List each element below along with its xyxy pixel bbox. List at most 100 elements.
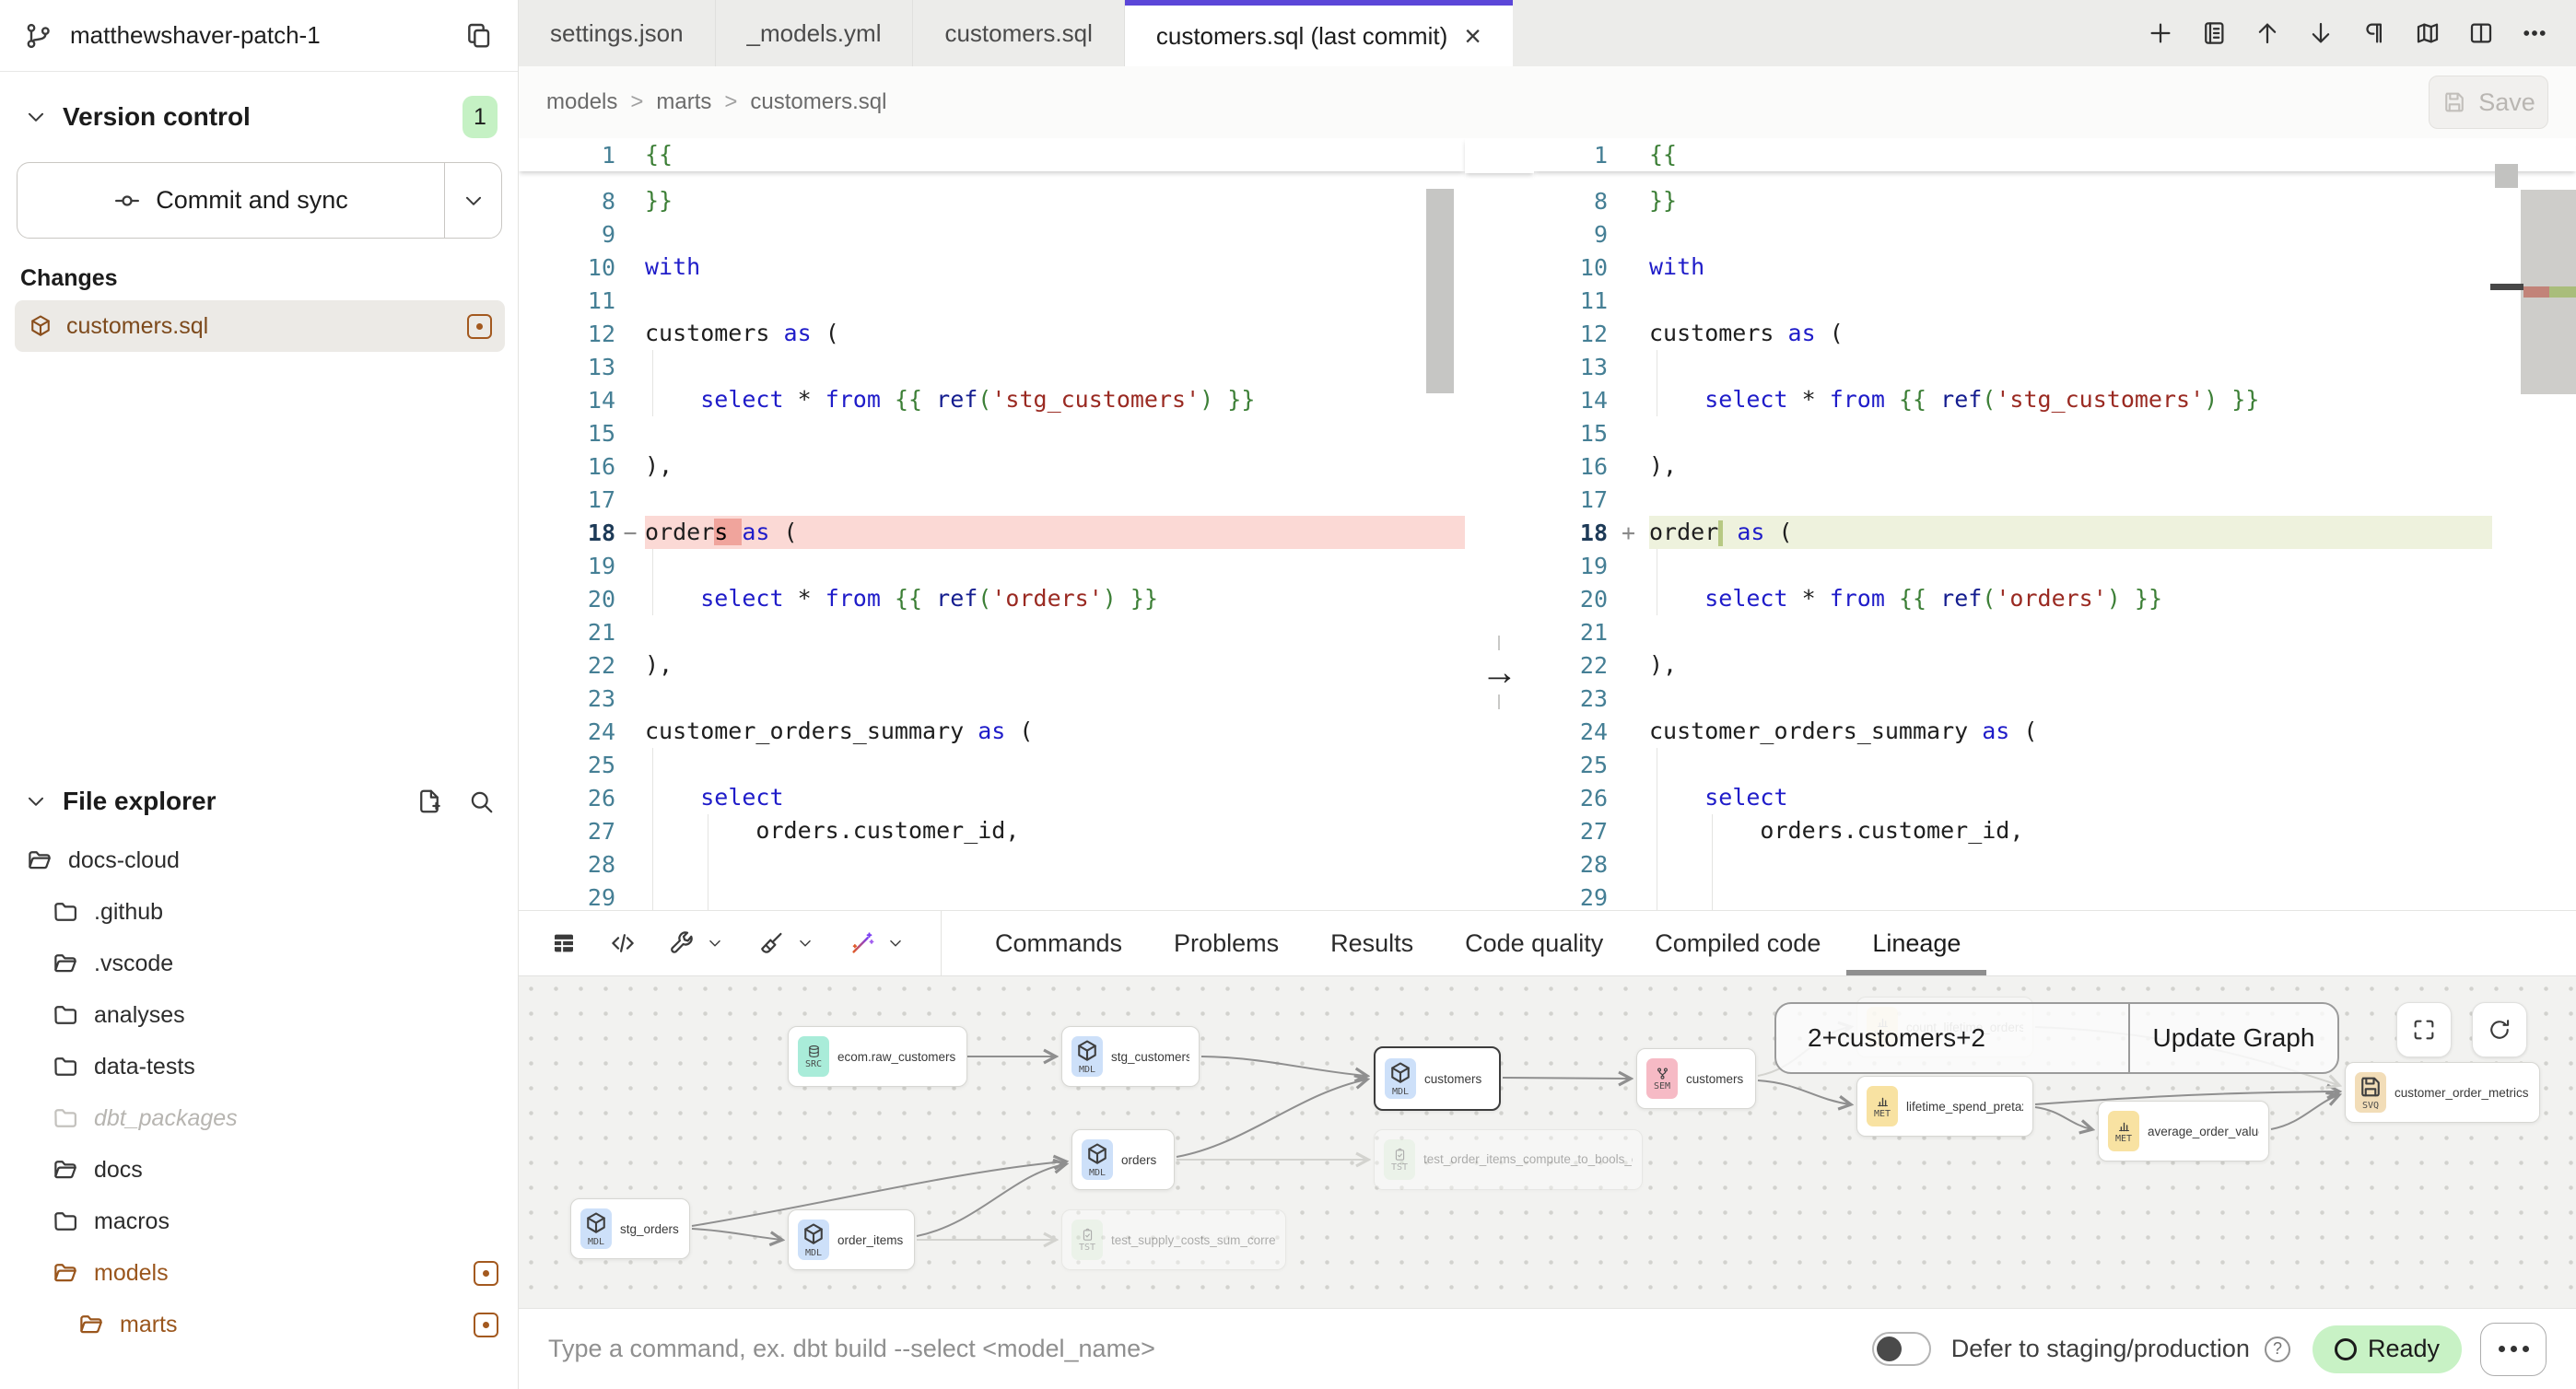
graph-selector-input[interactable]: 2+customers+2: [1776, 1004, 2130, 1072]
command-input[interactable]: Type a command, ex. dbt build --select <…: [548, 1335, 1872, 1363]
code-line-14[interactable]: 14 select * from {{ ref('stg_customers')…: [1534, 383, 2576, 416]
chevron-down-icon[interactable]: [887, 935, 905, 952]
bottom-tab-results[interactable]: Results: [1305, 911, 1439, 975]
code-line-10[interactable]: 10with: [1534, 251, 2576, 284]
revert-change-arrow[interactable]: →: [1465, 650, 1534, 694]
scrollbar-thumb[interactable]: [2495, 164, 2518, 188]
code-line-9[interactable]: 9: [1534, 217, 2576, 251]
ellipsis-icon[interactable]: [2521, 19, 2548, 47]
chevron-down-icon[interactable]: [797, 935, 814, 952]
tab--models-yml[interactable]: _models.yml: [716, 0, 914, 66]
lineage-node-lifetime-spend-pretax[interactable]: METlifetime_spend_pretax: [1856, 1076, 2033, 1137]
code-line-11[interactable]: 11: [519, 284, 1465, 317]
code-line-19[interactable]: 19: [1534, 549, 2576, 582]
code-line-24[interactable]: 24customer_orders_summary as (: [519, 715, 1465, 748]
lineage-node-stg-customers[interactable]: MDLstg_customers: [1061, 1026, 1200, 1087]
arrow-down-icon[interactable]: [2307, 19, 2335, 47]
file-tree-item-docs-cloud[interactable]: docs-cloud: [0, 835, 519, 886]
fullscreen-button[interactable]: [2396, 1002, 2452, 1057]
chevron-down-icon[interactable]: [24, 105, 48, 129]
code-line-21[interactable]: 21: [1534, 615, 2576, 648]
lineage-node-order-items[interactable]: MDLorder_items: [788, 1209, 915, 1270]
plus-icon[interactable]: [2147, 19, 2174, 47]
bottom-tab-commands[interactable]: Commands: [969, 911, 1148, 975]
code-line-14[interactable]: 14 select * from {{ ref('stg_customers')…: [519, 383, 1465, 416]
code-line-27[interactable]: 27 orders.customer_id,: [1534, 814, 2576, 847]
code-line-18[interactable]: 18−orders as (: [519, 516, 1465, 549]
breadcrumb-part[interactable]: models: [546, 89, 617, 115]
file-tree-item-data-tests[interactable]: data-tests: [0, 1041, 519, 1092]
changed-file-row[interactable]: customers.sql: [15, 300, 505, 352]
bottom-tab-lineage[interactable]: Lineage: [1846, 911, 1986, 975]
code-line-13[interactable]: 13: [519, 350, 1465, 383]
code-line-8[interactable]: 8}}: [519, 184, 1465, 217]
lineage-node-orders[interactable]: MDLorders: [1071, 1129, 1175, 1190]
code-line-23[interactable]: 23: [1534, 682, 2576, 715]
code-line-8[interactable]: 8}}: [1534, 184, 2576, 217]
file-tree-item--github[interactable]: .github: [0, 886, 519, 938]
code-line-29[interactable]: 29: [1534, 881, 2576, 910]
code-line-18[interactable]: 18+order as (: [1534, 516, 2576, 549]
code-line-17[interactable]: 17: [519, 483, 1465, 516]
file-tree-item-dbt-packages[interactable]: dbt_packages: [0, 1092, 519, 1144]
lineage-node-ecom-raw-customers[interactable]: SRCecom.raw_customers: [788, 1026, 967, 1087]
chevron-down-icon[interactable]: [24, 789, 48, 813]
bottom-tab-code-quality[interactable]: Code quality: [1439, 911, 1629, 975]
code-line-23[interactable]: 23: [519, 682, 1465, 715]
file-tree-item-docs[interactable]: docs: [0, 1144, 519, 1196]
code-line-27[interactable]: 27 orders.customer_id,: [519, 814, 1465, 847]
code-line-15[interactable]: 15: [519, 416, 1465, 449]
code-line-20[interactable]: 20 select * from {{ ref('orders') }}: [1534, 582, 2576, 615]
code-line-25[interactable]: 25: [1534, 748, 2576, 781]
code-line-28[interactable]: 28: [519, 847, 1465, 881]
code-line-9[interactable]: 9: [519, 217, 1465, 251]
commit-and-sync-button[interactable]: Commit and sync: [18, 163, 444, 238]
code-line-26[interactable]: 26 select: [519, 781, 1465, 814]
wand-button[interactable]: [837, 929, 919, 957]
commit-options-caret[interactable]: [444, 163, 501, 238]
code-line-17[interactable]: 17: [1534, 483, 2576, 516]
code-line-12[interactable]: 12customers as (: [1534, 317, 2576, 350]
close-tab-icon[interactable]: ×: [1464, 21, 1481, 51]
update-graph-button[interactable]: Update Graph: [2130, 1004, 2337, 1072]
file-tree-item-macros[interactable]: macros: [0, 1196, 519, 1247]
lineage-node-test-order-items-compute-to-bools-correctly[interactable]: TSTtest_order_items_compute_to_bools_cor…: [1374, 1129, 1643, 1190]
help-icon[interactable]: ?: [2265, 1336, 2290, 1362]
file-tree-item-marts[interactable]: marts: [0, 1299, 519, 1350]
defer-toggle[interactable]: [1872, 1332, 1931, 1366]
save-button[interactable]: Save: [2429, 76, 2548, 129]
lineage-node-test-supply-costs-sum-correctly[interactable]: TSTtest_supply_costs_sum_correctly: [1061, 1209, 1286, 1270]
chevron-down-icon[interactable]: [707, 935, 724, 952]
map-icon[interactable]: [2414, 19, 2441, 47]
tab-customers-sql[interactable]: customers.sql: [913, 0, 1124, 66]
lineage-node-customers[interactable]: SEMcustomers: [1636, 1048, 1756, 1109]
notebook-icon[interactable]: [2200, 19, 2228, 47]
wrench-button[interactable]: [657, 929, 738, 957]
file-explorer-header[interactable]: File explorer: [0, 776, 519, 827]
lineage-node-customers[interactable]: MDLcustomers: [1374, 1046, 1501, 1111]
pilcrow-icon[interactable]: [2360, 19, 2388, 47]
code-line-21[interactable]: 21: [519, 615, 1465, 648]
code-line-12[interactable]: 12customers as (: [519, 317, 1465, 350]
search-icon[interactable]: [467, 788, 495, 815]
code-line-24[interactable]: 24customer_orders_summary as (: [1534, 715, 2576, 748]
breadcrumb-part[interactable]: marts: [656, 89, 711, 115]
code-line-22[interactable]: 22),: [1534, 648, 2576, 682]
arrow-up-icon[interactable]: [2254, 19, 2281, 47]
file-tree-item-models[interactable]: models: [0, 1247, 519, 1299]
new-file-icon[interactable]: [416, 788, 443, 815]
code-line-11[interactable]: 11: [1534, 284, 2576, 317]
status-badge[interactable]: Ready: [2313, 1325, 2462, 1373]
tab-settings-json[interactable]: settings.json: [519, 0, 716, 66]
breadcrumb-part[interactable]: customers.sql: [750, 89, 886, 115]
file-tree-item-analyses[interactable]: analyses: [0, 989, 519, 1041]
tab-customers-sql-last-commit-[interactable]: customers.sql (last commit)×: [1125, 0, 1513, 66]
code-line-10[interactable]: 10with: [519, 251, 1465, 284]
diff-pane-modified[interactable]: 1{{8}}910with1112customers as (1314 sele…: [1534, 138, 2576, 910]
code-line-29[interactable]: 29: [519, 881, 1465, 910]
bottom-tab-problems[interactable]: Problems: [1148, 911, 1305, 975]
code-line-13[interactable]: 13: [1534, 350, 2576, 383]
editor-scrollbar[interactable]: [1426, 138, 1454, 910]
code-line-22[interactable]: 22),: [519, 648, 1465, 682]
lineage-node-stg-orders[interactable]: MDLstg_orders: [570, 1198, 690, 1259]
